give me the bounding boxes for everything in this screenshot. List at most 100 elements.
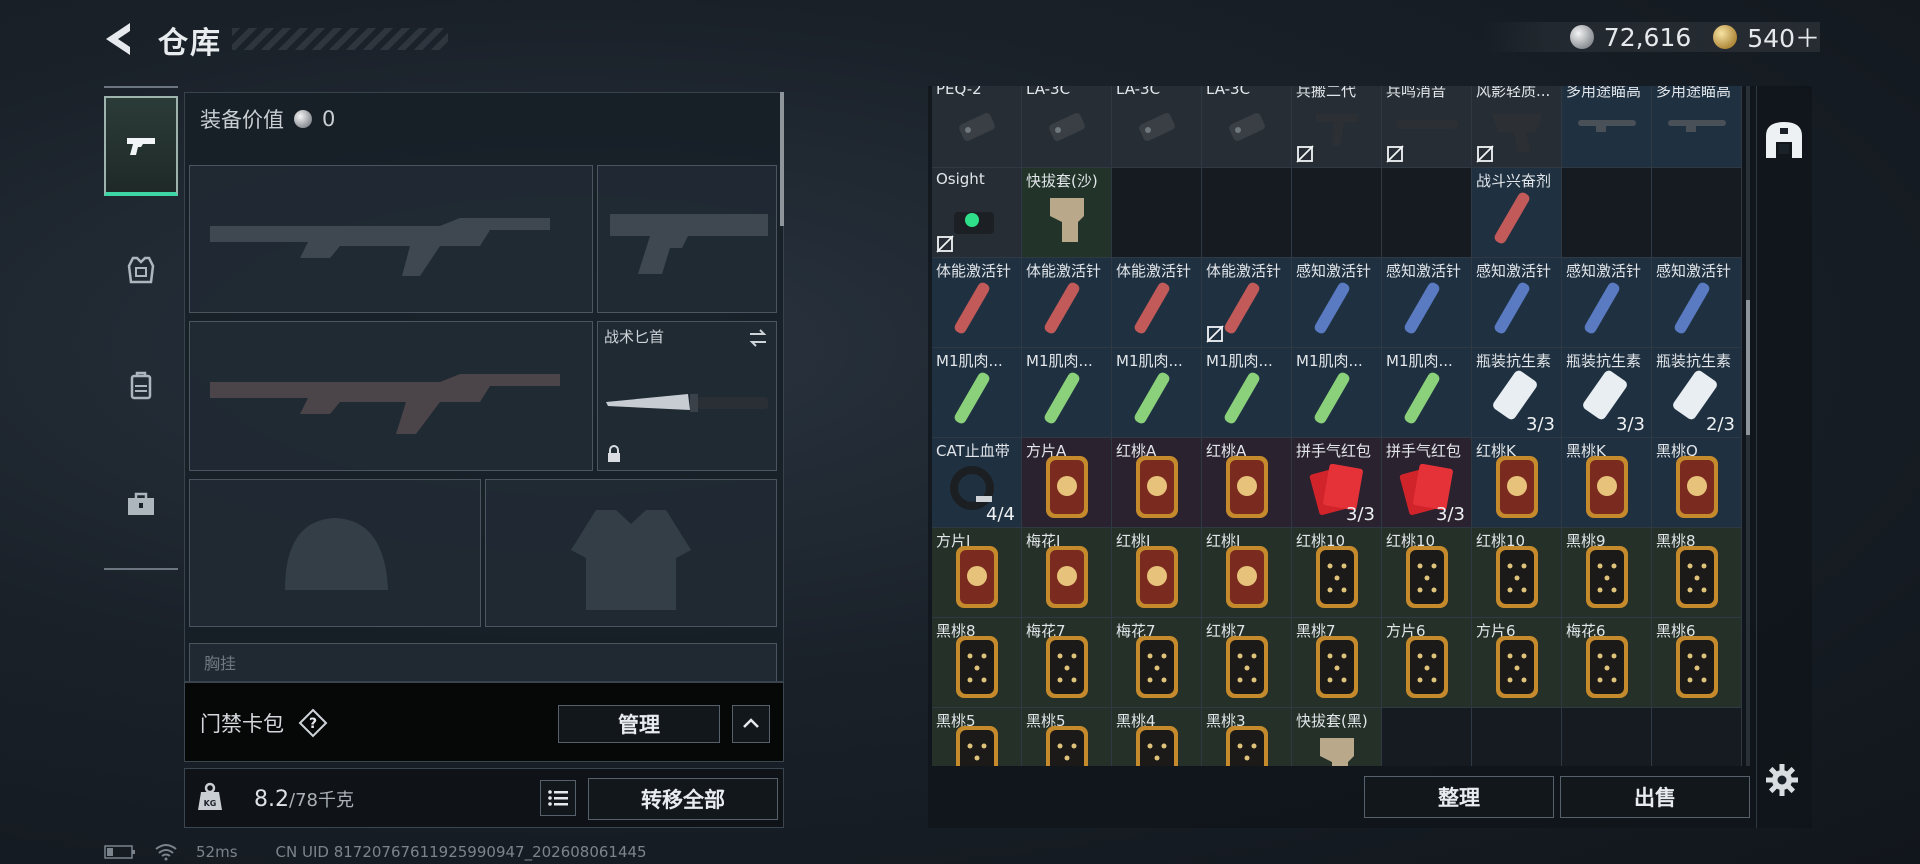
inventory-item[interactable]: 快拔套(黑): [1292, 708, 1382, 766]
inventory-item[interactable]: M1肌肉...: [1382, 348, 1472, 438]
inventory-item[interactable]: 体能激活针: [932, 258, 1022, 348]
inventory-item[interactable]: 梅花6: [1562, 618, 1652, 708]
inventory-item[interactable]: 黑桃6: [1652, 618, 1742, 708]
settings-gear-icon[interactable]: [1764, 762, 1800, 798]
empty-grid-cell[interactable]: [1202, 168, 1292, 258]
inventory-item[interactable]: 梅花J: [1022, 528, 1112, 618]
empty-grid-cell[interactable]: [1382, 168, 1472, 258]
status-bar: 52ms CN UID 817207676119259909­47_202608…: [104, 843, 647, 861]
inventory-item[interactable]: 瓶装抗生素 3/3: [1562, 348, 1652, 438]
tab-armor[interactable]: [104, 220, 178, 320]
empty-grid-cell[interactable]: [1112, 168, 1202, 258]
inventory-item[interactable]: 感知激活针: [1472, 258, 1562, 348]
inventory-item[interactable]: M1肌肉...: [1022, 348, 1112, 438]
inventory-item[interactable]: 战斗兴奋剂: [1472, 168, 1562, 258]
inventory-item[interactable]: 风影轻质...: [1472, 86, 1562, 168]
inventory-item[interactable]: 体能激活针: [1022, 258, 1112, 348]
loadout-scrollbar[interactable]: [780, 92, 784, 226]
inventory-item[interactable]: 黑桃5: [1022, 708, 1112, 766]
inventory-item[interactable]: 感知激活针: [1562, 258, 1652, 348]
card-pip-icon: [1586, 546, 1628, 608]
injector-blue-icon: [1494, 282, 1530, 334]
inventory-item[interactable]: 拼手气红包 3/3: [1382, 438, 1472, 528]
tab-weapons[interactable]: [104, 96, 178, 196]
list-view-button[interactable]: [540, 780, 576, 816]
inventory-item[interactable]: 黑桃8: [1652, 528, 1742, 618]
transfer-all-button[interactable]: 转移全部: [588, 778, 778, 820]
inventory-item[interactable]: 快拔套(沙): [1022, 168, 1112, 258]
inventory-item[interactable]: M1肌肉...: [1292, 348, 1382, 438]
inventory-item[interactable]: 红桃K: [1472, 438, 1562, 528]
melee-slot[interactable]: 战术匕首: [597, 321, 777, 471]
sort-button[interactable]: 整理: [1364, 776, 1554, 818]
back-arrow-icon[interactable]: [100, 20, 136, 58]
inventory-item[interactable]: 兵鸣消音: [1382, 86, 1472, 168]
inventory-item[interactable]: 红桃7: [1202, 618, 1292, 708]
inventory-item[interactable]: M1肌肉...: [932, 348, 1022, 438]
inventory-item[interactable]: 黑桃7: [1292, 618, 1382, 708]
inventory-item[interactable]: 黑桃K: [1562, 438, 1652, 528]
inventory-item[interactable]: 感知激活针: [1292, 258, 1382, 348]
inventory-item[interactable]: 红桃A: [1112, 438, 1202, 528]
currency-gold-amount[interactable]: 540＋: [1747, 19, 1820, 55]
empty-grid-cell[interactable]: [1382, 708, 1472, 766]
inventory-item[interactable]: 红桃10: [1292, 528, 1382, 618]
sidearm-slot[interactable]: [597, 165, 777, 313]
empty-grid-cell[interactable]: [1652, 168, 1742, 258]
inventory-item[interactable]: 多用途瞄高: [1652, 86, 1742, 168]
inventory-item[interactable]: 黑桃Q: [1652, 438, 1742, 528]
inventory-item[interactable]: 黑桃9: [1562, 528, 1652, 618]
inventory-item[interactable]: 兵搬二代: [1292, 86, 1382, 168]
inventory-item[interactable]: 梅花7: [1112, 618, 1202, 708]
inventory-item[interactable]: 多用途瞄高: [1562, 86, 1652, 168]
primary-weapon-slot[interactable]: [189, 165, 593, 313]
inventory-item[interactable]: LA-3C: [1022, 86, 1112, 168]
inventory-item[interactable]: 体能激活针: [1202, 258, 1292, 348]
inventory-item[interactable]: 黑桃3: [1202, 708, 1292, 766]
helmet-slot[interactable]: [189, 479, 481, 627]
inventory-item[interactable]: CAT止血带 4/4: [932, 438, 1022, 528]
empty-grid-cell[interactable]: [1562, 708, 1652, 766]
swap-icon[interactable]: [746, 326, 770, 350]
inventory-item[interactable]: PEQ-2: [932, 86, 1022, 168]
empty-grid-cell[interactable]: [1652, 708, 1742, 766]
inventory-item[interactable]: 黑桃4: [1112, 708, 1202, 766]
inventory-item[interactable]: LA-3C: [1112, 86, 1202, 168]
inventory-item[interactable]: 红桃A: [1202, 438, 1292, 528]
empty-grid-cell[interactable]: [1292, 168, 1382, 258]
tab-backpack[interactable]: [104, 336, 178, 436]
inventory-item[interactable]: LA-3C: [1202, 86, 1292, 168]
inventory-item[interactable]: 方片6: [1382, 618, 1472, 708]
secondary-weapon-slot[interactable]: [189, 321, 593, 471]
inventory-item[interactable]: 黑桃5: [932, 708, 1022, 766]
sell-button[interactable]: 出售: [1560, 776, 1750, 818]
inventory-item[interactable]: 感知激活针: [1382, 258, 1472, 348]
inventory-item[interactable]: 体能激活针: [1112, 258, 1202, 348]
inventory-item[interactable]: M1肌肉...: [1202, 348, 1292, 438]
inventory-item[interactable]: 红桃10: [1382, 528, 1472, 618]
collapse-button[interactable]: [732, 705, 770, 743]
inventory-item[interactable]: 方片6: [1472, 618, 1562, 708]
tab-case[interactable]: [104, 454, 178, 554]
inventory-item[interactable]: 红桃10: [1472, 528, 1562, 618]
inventory-item[interactable]: Osight: [932, 168, 1022, 258]
inventory-item[interactable]: 梅花7: [1022, 618, 1112, 708]
loot-box-icon[interactable]: [1762, 118, 1806, 162]
inventory-item[interactable]: 瓶装抗生素 2/3: [1652, 348, 1742, 438]
body-armor-slot[interactable]: [485, 479, 777, 627]
inventory-item[interactable]: 方片A: [1022, 438, 1112, 528]
chest-rig-slot[interactable]: [189, 643, 777, 681]
inventory-item[interactable]: 红桃J: [1112, 528, 1202, 618]
inventory-item[interactable]: M1肌肉...: [1112, 348, 1202, 438]
empty-grid-cell[interactable]: [1472, 708, 1562, 766]
inventory-item[interactable]: 黑桃8: [932, 618, 1022, 708]
inventory-item[interactable]: 方片J: [932, 528, 1022, 618]
inventory-item[interactable]: 红桃J: [1202, 528, 1292, 618]
inventory-item[interactable]: 瓶装抗生素 3/3: [1472, 348, 1562, 438]
inventory-item[interactable]: 感知激活针: [1652, 258, 1742, 348]
help-icon[interactable]: ?: [298, 708, 328, 738]
inventory-item[interactable]: 拼手气红包 3/3: [1292, 438, 1382, 528]
inventory-scrollbar[interactable]: [1746, 300, 1750, 435]
manage-button[interactable]: 管理: [558, 705, 720, 743]
empty-grid-cell[interactable]: [1562, 168, 1652, 258]
